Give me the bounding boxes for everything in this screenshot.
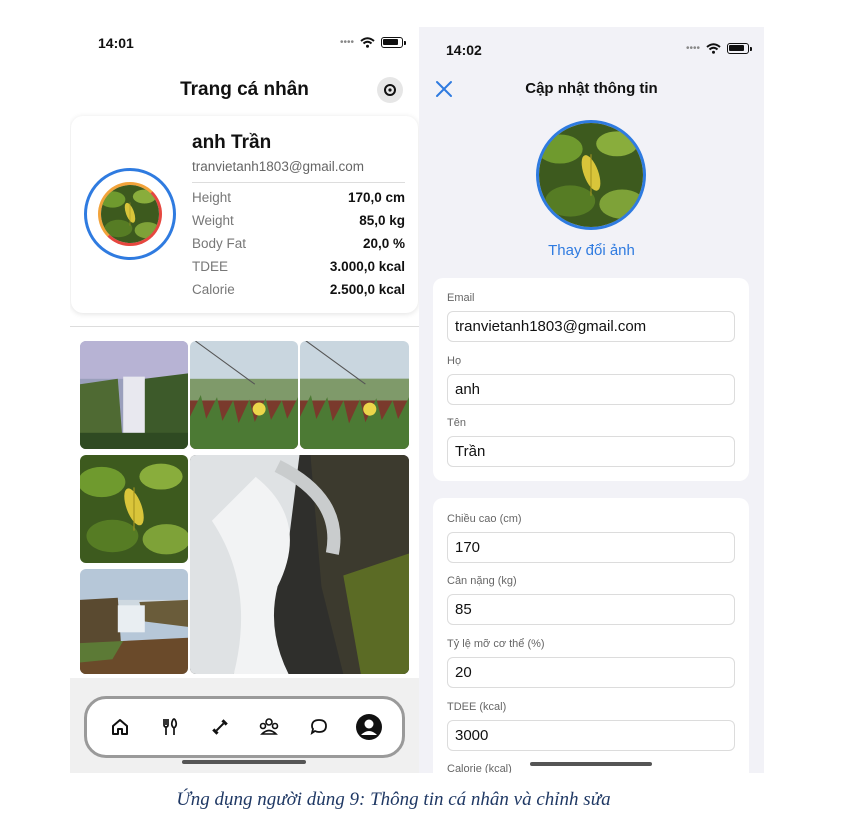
profile-card: anh Trần tranvietanh1803@gmail.com Heigh… bbox=[71, 116, 418, 313]
first-name-field[interactable]: Trần bbox=[447, 436, 735, 467]
stat-label: Body Fat bbox=[192, 236, 247, 251]
status-icons: •••• bbox=[686, 43, 753, 54]
battery-icon bbox=[727, 43, 753, 54]
weight-label: Cân nặng (kg) bbox=[447, 575, 517, 587]
profile-icon bbox=[356, 714, 383, 740]
settings-button[interactable] bbox=[377, 77, 403, 103]
last-name-field[interactable]: anh bbox=[447, 374, 735, 405]
edit-profile-screen: 14:02 •••• Cập nhật thông tin Thay đổi ả… bbox=[419, 27, 764, 773]
personal-info-card: Email tranvietanh1803@gmail.com Họ anh T… bbox=[433, 278, 749, 481]
fork-knife-icon bbox=[162, 718, 177, 735]
stat-row-height: Height 170,0 cm bbox=[192, 190, 405, 205]
photo-tile[interactable] bbox=[190, 455, 409, 674]
tab-bar bbox=[84, 696, 405, 758]
last-name-label: Họ bbox=[447, 355, 462, 367]
profile-name: anh Trần bbox=[192, 132, 272, 153]
stat-value: 85,0 kg bbox=[359, 213, 405, 228]
home-icon bbox=[111, 719, 128, 735]
divider bbox=[192, 182, 405, 183]
profile-email: tranvietanh1803@gmail.com bbox=[192, 159, 365, 174]
chat-icon bbox=[310, 719, 328, 736]
height-label: Chiều cao (cm) bbox=[447, 513, 522, 525]
wifi-icon bbox=[706, 43, 721, 54]
calorie-label: Calorie (kcal) bbox=[447, 763, 512, 773]
stat-row-body-fat: Body Fat 20,0 % bbox=[192, 236, 405, 251]
body-info-card: Chiều cao (cm) 170 Cân nặng (kg) 85 Tỷ l… bbox=[433, 498, 749, 773]
change-photo-button[interactable]: Thay đổi ảnh bbox=[419, 242, 764, 259]
email-field[interactable]: tranvietanh1803@gmail.com bbox=[447, 311, 735, 342]
figure-caption: Ứng dụng người dùng 9: Thông tin cá nhân… bbox=[176, 789, 611, 810]
stat-row-weight: Weight 85,0 kg bbox=[192, 213, 405, 228]
divider bbox=[70, 326, 419, 327]
status-icons: •••• bbox=[340, 37, 407, 48]
stat-value: 20,0 % bbox=[362, 236, 405, 251]
stat-label: TDEE bbox=[192, 259, 229, 274]
signal-icon: •••• bbox=[340, 37, 355, 48]
stat-row-tdee: TDEE 3.000,0 kcal bbox=[192, 259, 405, 274]
stat-value: 2.500,0 kcal bbox=[329, 282, 405, 297]
tab-profile[interactable] bbox=[351, 709, 387, 745]
first-name-label: Tên bbox=[447, 417, 466, 429]
photo-tile[interactable] bbox=[300, 341, 409, 449]
community-icon bbox=[260, 718, 279, 735]
tab-chat[interactable] bbox=[301, 709, 337, 745]
body-fat-label: Tỷ lệ mỡ cơ thể (%) bbox=[447, 638, 545, 650]
stat-label: Height bbox=[192, 190, 232, 205]
status-time: 14:02 bbox=[446, 42, 482, 58]
stat-row-calorie: Calorie 2.500,0 kcal bbox=[192, 282, 405, 297]
tab-nutrition[interactable] bbox=[152, 709, 188, 745]
gear-icon bbox=[384, 84, 396, 96]
home-indicator[interactable] bbox=[182, 760, 306, 764]
photo-tile[interactable] bbox=[80, 455, 188, 563]
page-title: Cập nhật thông tin bbox=[525, 80, 658, 97]
avatar[interactable] bbox=[84, 168, 176, 260]
tab-workout[interactable] bbox=[202, 709, 238, 745]
status-time: 14:01 bbox=[98, 35, 134, 51]
photo-tile[interactable] bbox=[190, 341, 298, 449]
profile-screen: 14:01 •••• Trang cá nhân anh Trần tranvi… bbox=[70, 27, 419, 773]
tdee-label: TDEE (kcal) bbox=[447, 701, 507, 713]
battery-icon bbox=[381, 37, 407, 48]
stat-label: Weight bbox=[192, 213, 234, 228]
photo-tile[interactable] bbox=[80, 341, 188, 449]
stat-label: Calorie bbox=[192, 282, 235, 297]
tab-community[interactable] bbox=[251, 709, 287, 745]
home-indicator[interactable] bbox=[530, 762, 652, 766]
wifi-icon bbox=[360, 37, 375, 48]
weight-field[interactable]: 85 bbox=[447, 594, 735, 625]
photo-tile[interactable] bbox=[80, 569, 188, 674]
avatar[interactable] bbox=[536, 120, 646, 230]
stat-value: 170,0 cm bbox=[347, 190, 405, 205]
tab-home[interactable] bbox=[102, 709, 138, 745]
height-field[interactable]: 170 bbox=[447, 532, 735, 563]
dumbbell-icon bbox=[211, 719, 228, 735]
stat-value: 3.000,0 kcal bbox=[329, 259, 405, 274]
tdee-field[interactable]: 3000 bbox=[447, 720, 735, 751]
email-label: Email bbox=[447, 292, 475, 304]
page-title: Trang cá nhân bbox=[180, 79, 309, 100]
body-fat-field[interactable]: 20 bbox=[447, 657, 735, 688]
signal-icon: •••• bbox=[686, 43, 701, 54]
